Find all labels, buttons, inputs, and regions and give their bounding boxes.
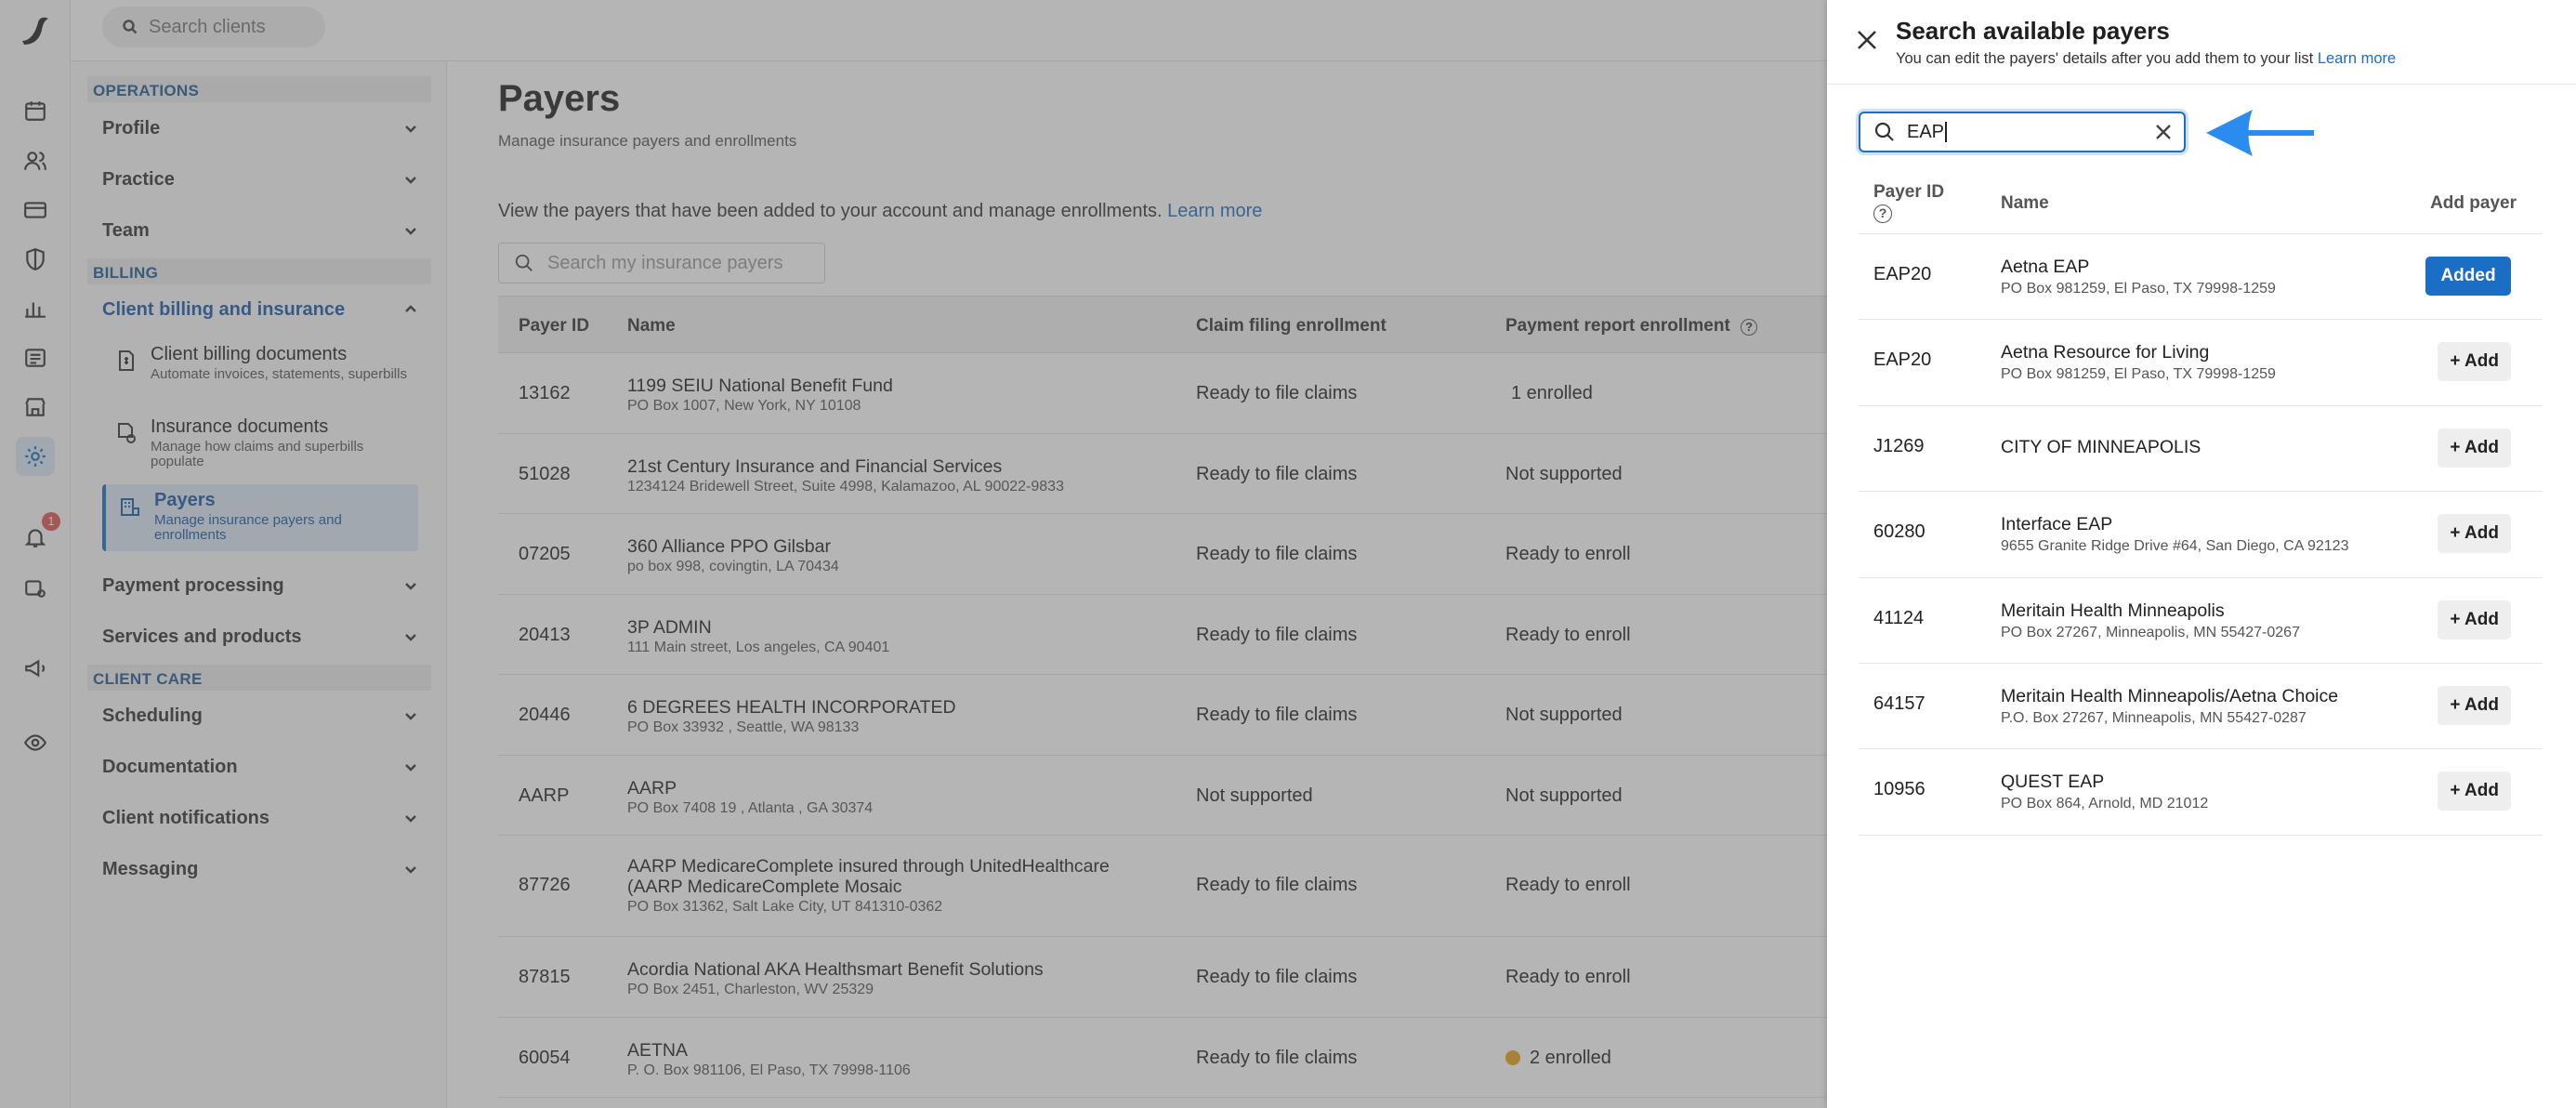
col-header-name: Name: [2001, 193, 2049, 213]
result-payer-name: QUEST EAP: [2001, 772, 2105, 793]
drawer-title: Search available payers: [1896, 17, 2170, 45]
result-payer-name: Meritain Health Minneapolis: [2001, 600, 2225, 621]
result-row: EAP20 Aetna EAP PO Box 981259, El Paso, T…: [1859, 234, 2543, 321]
col-header-payer-id: Payer ID?: [1873, 182, 1944, 223]
result-row: J1269 CITY OF MINNEAPOLIS + Add: [1859, 406, 2543, 493]
modal-backdrop[interactable]: [0, 0, 1827, 1108]
result-row: 64157 Meritain Health Minneapolis/Aetna …: [1859, 664, 2543, 750]
result-row: 10956 QUEST EAP PO Box 864, Arnold, MD 21…: [1859, 749, 2543, 836]
result-payer-name: Aetna Resource for Living: [2001, 342, 2210, 363]
result-payer-name: Interface EAP: [2001, 514, 2113, 535]
result-payer-address: PO Box 27267, Minneapolis, MN 55427-0267: [2001, 624, 2300, 640]
payer-search-value: EAP: [1907, 121, 1945, 142]
added-button[interactable]: Added: [2425, 257, 2511, 296]
help-icon[interactable]: ?: [1873, 204, 1892, 223]
text-cursor: [1945, 122, 1947, 142]
result-payer-name: CITY OF MINNEAPOLIS: [2001, 436, 2201, 457]
drawer-learn-more-link[interactable]: Learn more: [2318, 50, 2396, 67]
result-payer-id: EAP20: [1873, 350, 1932, 371]
result-row: EAP20 Aetna Resource for Living PO Box 98…: [1859, 320, 2543, 406]
add-payer-button[interactable]: + Add: [2438, 514, 2511, 554]
result-payer-address: P.O. Box 27267, Minneapolis, MN 55427-02…: [2001, 709, 2307, 726]
search-payers-drawer: Search available payers You can edit the…: [1827, 0, 2576, 1108]
result-payer-address: PO Box 981259, El Paso, TX 79998-1259: [2001, 366, 2276, 383]
result-row: 60280 Interface EAP 9655 Granite Ridge Dr…: [1859, 492, 2543, 578]
result-payer-id: 64157: [1873, 692, 1925, 714]
drawer-subtitle: You can edit the payers' details after y…: [1896, 50, 2396, 68]
result-payer-address: PO Box 981259, El Paso, TX 79998-1259: [2001, 281, 2276, 297]
search-results-table: Payer ID? Name Add payer EAP20 Aetna EAP…: [1859, 173, 2543, 836]
drawer-subtitle-text: You can edit the payers' details after y…: [1896, 50, 2314, 67]
add-payer-button[interactable]: + Add: [2438, 342, 2511, 382]
payer-search-input[interactable]: EAP: [1859, 112, 2186, 152]
clear-search-icon[interactable]: [2154, 123, 2173, 141]
add-payer-button[interactable]: + Add: [2438, 428, 2511, 468]
result-payer-address: PO Box 864, Arnold, MD 21012: [2001, 796, 2209, 812]
close-icon[interactable]: [1855, 28, 1879, 52]
result-payer-address: 9655 Granite Ridge Drive #64, San Diego,…: [2001, 538, 2349, 555]
annotation-arrow-icon: [2206, 110, 2314, 156]
result-payer-id: 10956: [1873, 779, 1925, 800]
add-payer-button[interactable]: + Add: [2438, 600, 2511, 640]
add-payer-button[interactable]: + Add: [2438, 772, 2511, 811]
divider: [1827, 84, 2576, 85]
result-payer-id: J1269: [1873, 435, 1925, 456]
result-payer-name: Aetna EAP: [2001, 257, 2090, 277]
result-payer-id: EAP20: [1873, 264, 1932, 284]
result-row: 41124 Meritain Health Minneapolis PO Box …: [1859, 578, 2543, 664]
search-icon: [1874, 122, 1894, 141]
col-header-payer-id-label: Payer ID: [1873, 182, 1945, 202]
result-payer-id: 41124: [1873, 607, 1925, 628]
col-header-add-payer: Add payer: [2430, 193, 2517, 213]
app-root: 1 Search clients OPERATIONS Profile Prac…: [0, 0, 2576, 1108]
results-header: Payer ID? Name Add payer: [1859, 173, 2543, 234]
add-payer-button[interactable]: + Add: [2438, 685, 2511, 725]
result-payer-name: Meritain Health Minneapolis/Aetna Choice: [2001, 685, 2339, 706]
result-payer-id: 60280: [1873, 521, 1925, 543]
